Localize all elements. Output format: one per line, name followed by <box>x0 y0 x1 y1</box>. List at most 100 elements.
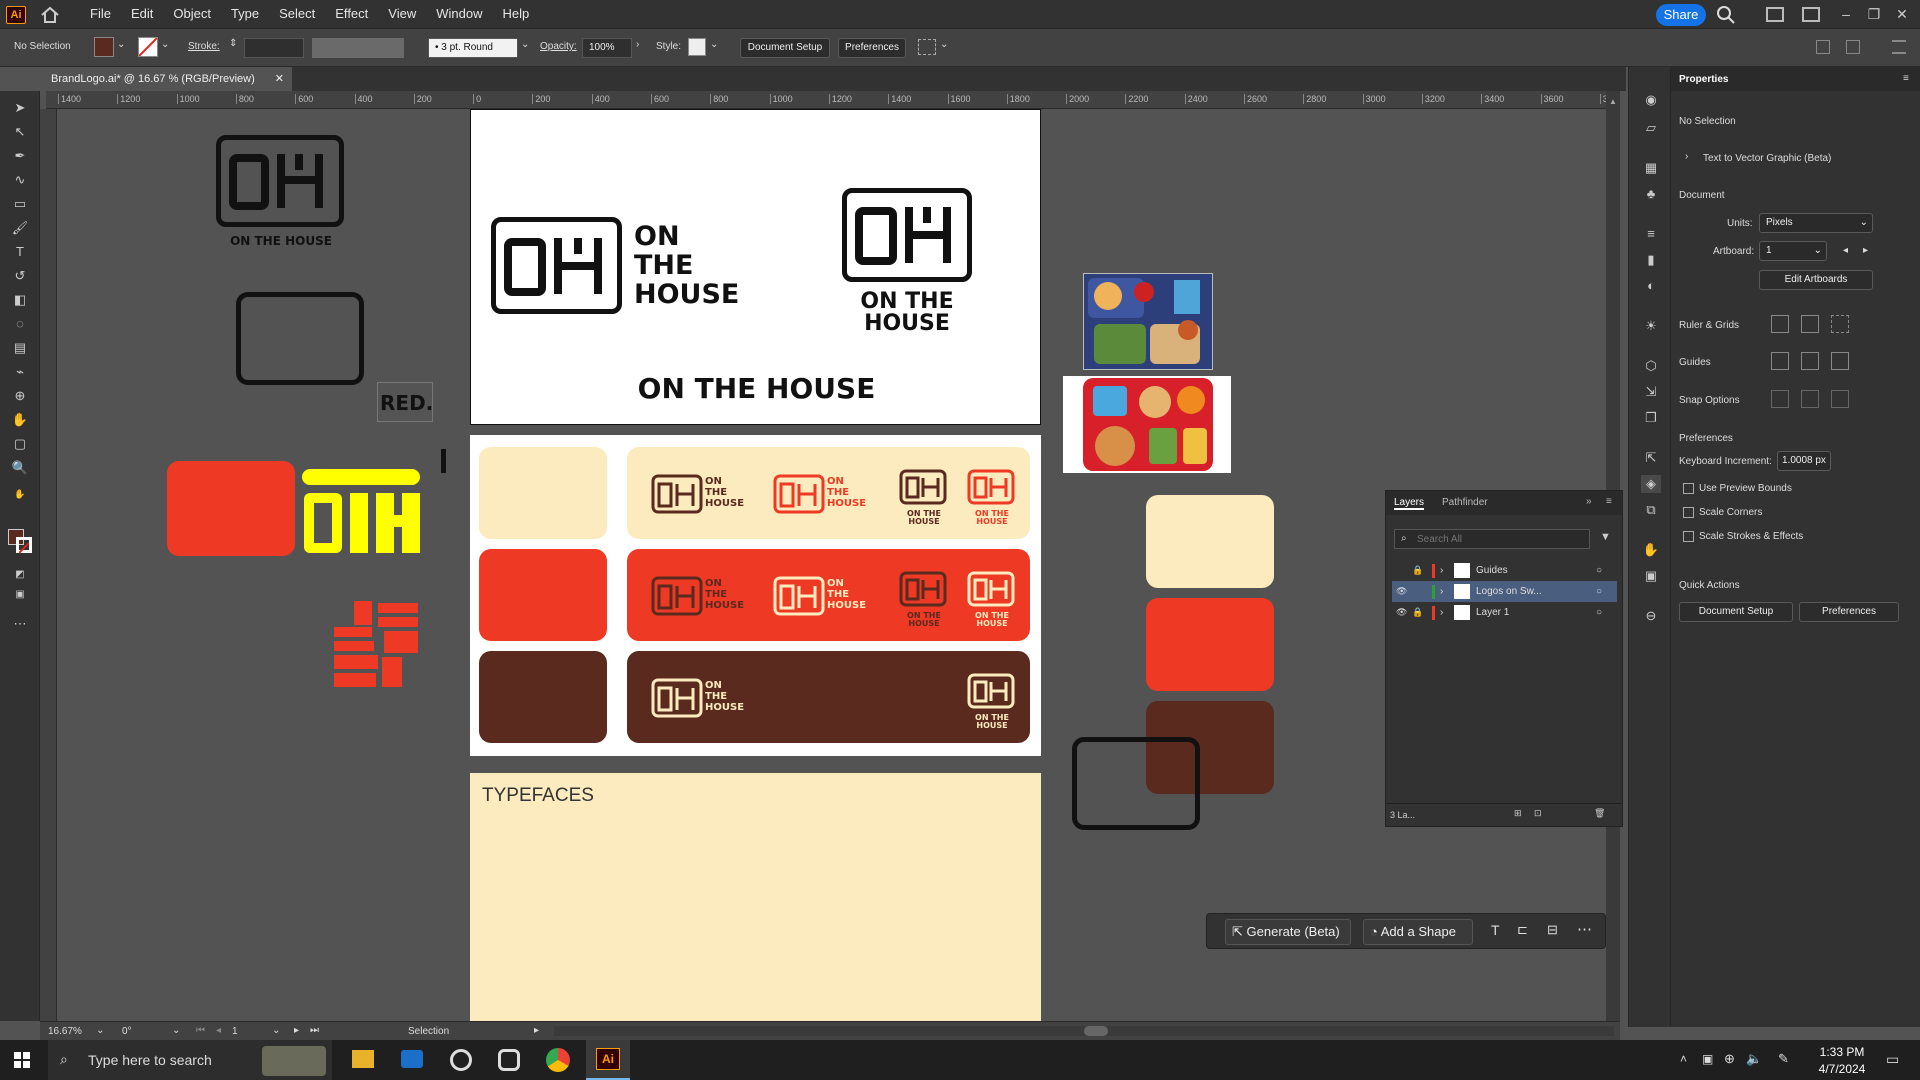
clock-time[interactable]: 1:33 PM <box>1812 1045 1872 1059</box>
expand-chevron-icon[interactable]: › <box>1440 602 1443 623</box>
trash-icon[interactable]: 🗑 <box>1594 808 1605 819</box>
libraries-panel-icon[interactable]: ▱ <box>1641 119 1661 137</box>
qa-preferences-button[interactable]: Preferences <box>1799 602 1899 622</box>
pathfinder-panel-icon[interactable]: ⧉ <box>1641 501 1661 519</box>
next-artboard-icon[interactable]: ▸ <box>294 1025 299 1036</box>
hand-tool-icon[interactable]: ✋ <box>10 485 30 503</box>
distribute-icon[interactable] <box>1846 40 1860 54</box>
selection-tool-icon[interactable]: ➤ <box>10 99 30 117</box>
graphic-style-swatch[interactable] <box>688 38 706 56</box>
shape-builder-tool-icon[interactable]: ⊕ <box>10 387 30 405</box>
tab-layers[interactable]: Layers <box>1394 497 1425 510</box>
panel-menu-icon[interactable]: ≡ <box>1903 73 1909 84</box>
rounded-frame-outline[interactable] <box>1072 737 1200 830</box>
arrange-documents-icon[interactable] <box>1766 7 1784 22</box>
volume-icon[interactable]: 🔈 <box>1746 1051 1762 1067</box>
layers-search-input[interactable] <box>1417 532 1587 546</box>
book-panel-icon[interactable]: ▣ <box>1641 567 1661 585</box>
illustrator-taskbar-button[interactable]: Ai <box>586 1040 630 1080</box>
variable-width-profile[interactable] <box>312 38 404 58</box>
gradient-panel-icon[interactable]: ▮ <box>1641 251 1661 269</box>
horizontal-scrollbar[interactable] <box>554 1026 1614 1036</box>
eyedropper-tool-icon[interactable]: ⌁ <box>10 363 30 381</box>
scale-corners-checkbox[interactable] <box>1683 507 1694 518</box>
menu-type[interactable]: Type <box>221 0 269 28</box>
next-artboard-icon[interactable]: ▸ <box>1863 245 1868 256</box>
file-explorer-icon[interactable] <box>352 1050 374 1068</box>
pen-icon[interactable]: ✎ <box>1778 1051 1789 1067</box>
zoom-level[interactable]: 16.67% <box>48 1026 82 1037</box>
artboard-typefaces[interactable]: TYPEFACES <box>470 773 1041 1021</box>
layers-search[interactable]: ⌕ <box>1394 529 1590 549</box>
logo-mark[interactable] <box>216 135 344 227</box>
menu-edit[interactable]: Edit <box>121 0 163 28</box>
lock-icon[interactable]: 🔒 <box>1412 602 1423 623</box>
artboard-tool-icon[interactable]: ▢ <box>10 435 30 453</box>
snap-to-grid-icon[interactable] <box>1801 390 1819 408</box>
layer-row-layer1[interactable]: 👁 🔒 › Layer 1 ○ <box>1392 602 1617 623</box>
type-tool-icon[interactable]: T <box>10 243 30 261</box>
clock-date[interactable]: 4/7/2024 <box>1812 1062 1872 1076</box>
workspace-switcher-icon[interactable] <box>1802 7 1820 22</box>
expand-chevron-icon[interactable]: › <box>1685 151 1688 162</box>
search-icon[interactable] <box>1716 5 1736 25</box>
lunch-tray-photo[interactable] <box>1083 273 1213 370</box>
pixel-grid-icon[interactable] <box>1831 315 1849 333</box>
pen-tool-icon[interactable]: ✒ <box>10 147 30 165</box>
brush-definition[interactable]: • 3 pt. Round <box>428 38 518 58</box>
tab-pathfinder[interactable]: Pathfinder <box>1442 497 1488 508</box>
cream-swatch-large[interactable] <box>1146 495 1274 588</box>
zoom-tool-icon[interactable]: 🔍 <box>10 459 30 477</box>
symbols-panel-icon[interactable]: ♣ <box>1641 185 1661 203</box>
opacity-label[interactable]: Opacity: <box>540 41 577 52</box>
red-swatch-large[interactable] <box>1146 598 1274 691</box>
show-guides-icon[interactable] <box>1771 352 1789 370</box>
layer-row-guides[interactable]: 🔒 › Guides ○ <box>1392 560 1617 581</box>
red-swatch-shape[interactable] <box>167 461 295 556</box>
chevron-down-icon[interactable]: ⌄ <box>117 39 125 50</box>
artboard-number[interactable]: 1 <box>232 1026 238 1037</box>
chevron-down-icon[interactable]: ⌄ <box>710 39 718 50</box>
menu-view[interactable]: View <box>378 0 426 28</box>
notifications-icon[interactable]: ▭ <box>1886 1051 1899 1068</box>
rotate-view[interactable]: 0° <box>122 1026 132 1037</box>
horizontal-ruler[interactable]: 1400 1200 1000 800 600 400 200 0 200 400 600 800 100… <box>46 91 1606 109</box>
windows-start-icon[interactable] <box>14 1052 30 1068</box>
new-layer-icon[interactable]: ⊞ <box>1514 808 1522 819</box>
drawing-modes-icon[interactable]: ◩ <box>10 566 30 584</box>
menu-help[interactable]: Help <box>492 0 539 28</box>
canvas[interactable]: ON THE HOUSE RED. ON THE HOUSE ON THE HO… <box>57 109 1606 1021</box>
app-icon[interactable] <box>450 1049 472 1071</box>
chevron-down-icon[interactable]: ⌄ <box>521 39 529 50</box>
filter-icon[interactable]: ▼ <box>1600 531 1611 543</box>
curvature-tool-icon[interactable]: ∿ <box>10 171 30 189</box>
snap-to-pixel-icon[interactable] <box>1831 390 1849 408</box>
prev-artboard-icon[interactable]: ◂ <box>216 1025 221 1036</box>
edit-toolbar-icon[interactable]: ⋯ <box>10 615 30 633</box>
document-setup-button[interactable]: Document Setup <box>740 38 830 58</box>
app-icon-2[interactable] <box>498 1049 520 1071</box>
edit-artboards-button[interactable]: Edit Artboards <box>1759 270 1873 290</box>
vertical-ruler[interactable] <box>40 109 57 1021</box>
chevron-right-icon[interactable]: › <box>636 39 639 50</box>
layers-panel-icon[interactable]: ◈ <box>1641 475 1661 493</box>
puppet-warp-tool-icon[interactable]: ✋ <box>10 411 30 429</box>
qa-document-setup-button[interactable]: Document Setup <box>1679 602 1793 622</box>
properties-title[interactable]: Properties <box>1679 74 1728 85</box>
target-icon[interactable]: ○ <box>1596 602 1602 623</box>
eye-icon[interactable]: 👁 <box>1396 581 1407 602</box>
export-panel-icon[interactable]: ⇱ <box>1641 449 1661 467</box>
close-window-button[interactable]: ✕ <box>1890 4 1914 24</box>
menu-select[interactable]: Select <box>269 0 325 28</box>
lock-guides-icon[interactable] <box>1801 352 1819 370</box>
stroke-stepper-icon[interactable]: ⇕ <box>229 38 237 49</box>
menu-file[interactable]: File <box>80 0 121 28</box>
chevron-down-icon[interactable]: ⌄ <box>272 1025 280 1036</box>
scroll-thumb[interactable] <box>1084 1026 1108 1036</box>
prev-artboard-icon[interactable]: ◂ <box>1843 245 1848 256</box>
fill-swatch[interactable] <box>94 37 114 57</box>
ruler-icon[interactable] <box>1771 315 1789 333</box>
stroke-label[interactable]: Stroke: <box>188 41 220 52</box>
menu-effect[interactable]: Effect <box>325 0 378 28</box>
stroke-panel-icon[interactable]: ≡ <box>1641 225 1661 243</box>
